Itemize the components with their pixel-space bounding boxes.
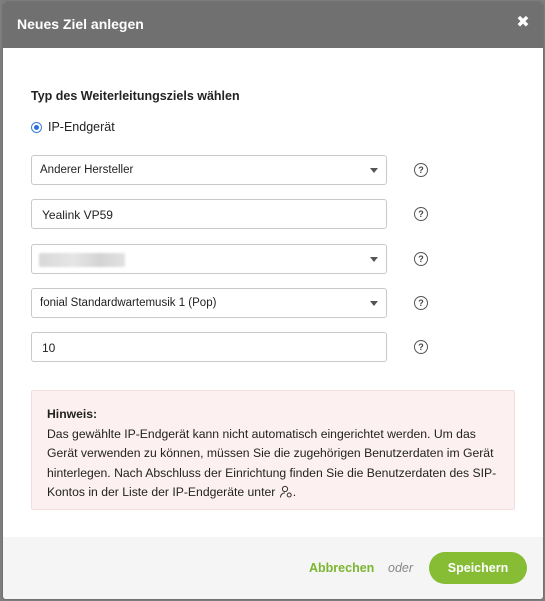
account-select[interactable] <box>31 244 387 274</box>
hint-text-block: Das gewählte IP-Endgerät kann nicht auto… <box>47 425 502 503</box>
chevron-down-icon <box>370 168 378 173</box>
hint-text-end: . <box>292 485 297 500</box>
help-icon[interactable]: ? <box>414 207 428 221</box>
hold-music-select-value: fonial Standardwartemusik 1 (Pop) <box>40 297 217 309</box>
device-name-input[interactable]: Yealink VP59 <box>31 199 387 229</box>
cancel-button[interactable]: Abbrechen <box>309 561 374 575</box>
chevron-down-icon <box>370 257 378 262</box>
or-separator: oder <box>388 561 414 575</box>
redacted-value <box>39 253 125 267</box>
help-icon[interactable]: ? <box>414 252 428 266</box>
number-input-value: 10 <box>42 341 56 355</box>
new-target-dialog: Neues Ziel anlegen ✖ Typ des Weiterleitu… <box>3 2 543 599</box>
radio-button-selected[interactable] <box>31 122 42 133</box>
close-icon[interactable]: ✖ <box>513 13 533 33</box>
dialog-footer: Abbrechen oder Speichern <box>3 537 543 599</box>
hold-music-select[interactable]: fonial Standardwartemusik 1 (Pop) <box>31 288 387 318</box>
hint-box: Hinweis: Das gewählte IP-Endgerät kann n… <box>31 390 515 510</box>
dialog-header: Neues Ziel anlegen ✖ <box>3 2 543 48</box>
hint-title: Hinweis: <box>47 407 98 421</box>
save-button[interactable]: Speichern <box>429 552 527 584</box>
manufacturer-select-value: Anderer Hersteller <box>40 164 134 176</box>
dialog-title: Neues Ziel anlegen <box>17 16 144 32</box>
hint-text: Das gewählte IP-Endgerät kann nicht auto… <box>47 426 497 500</box>
section-title: Typ des Weiterleitungsziels wählen <box>31 89 240 103</box>
device-name-value: Yealink VP59 <box>42 208 113 222</box>
user-settings-icon <box>279 486 292 498</box>
manufacturer-select[interactable]: Anderer Hersteller <box>31 155 387 185</box>
help-icon[interactable]: ? <box>414 163 428 177</box>
number-input[interactable]: 10 <box>31 332 387 362</box>
help-icon[interactable]: ? <box>414 340 428 354</box>
chevron-down-icon <box>370 301 378 306</box>
help-icon[interactable]: ? <box>414 296 428 310</box>
radio-label: IP-Endgerät <box>48 120 115 134</box>
